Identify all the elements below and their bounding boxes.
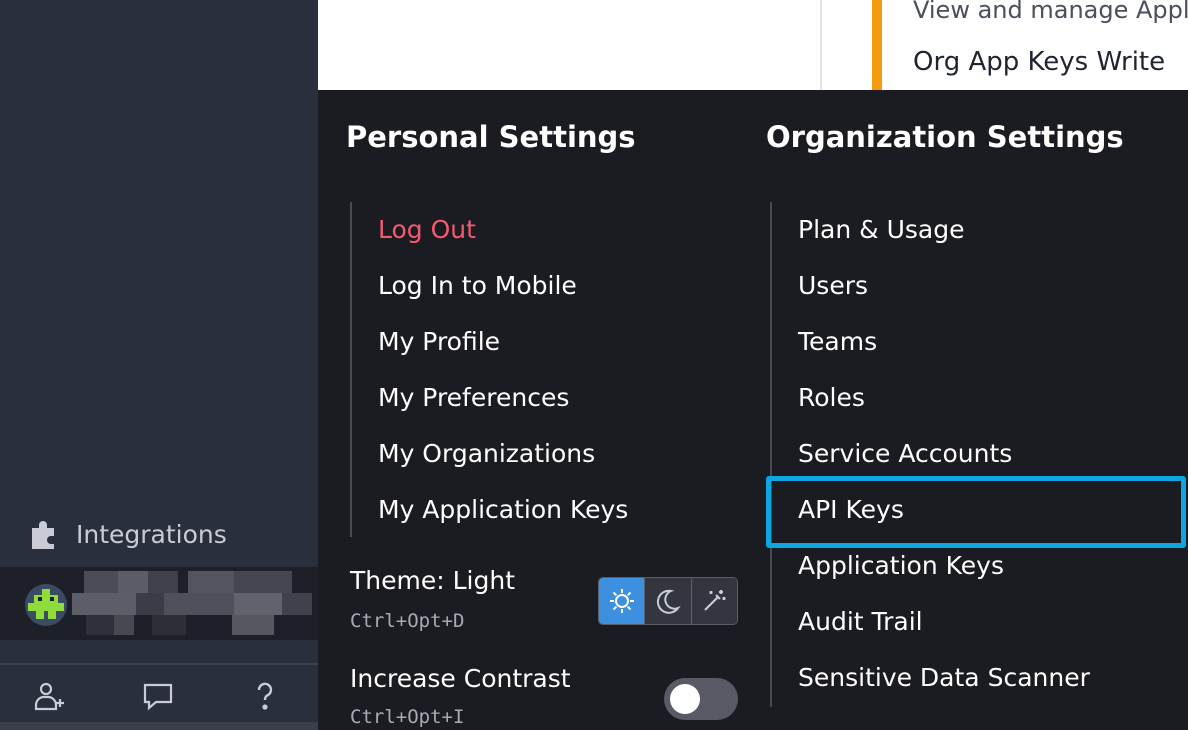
menu-item-application-keys[interactable]: Application Keys bbox=[798, 546, 1004, 586]
background-description: View and manage Applica bbox=[913, 0, 1188, 24]
toggle-knob bbox=[670, 684, 700, 714]
sidebar-divider bbox=[0, 663, 318, 665]
sidebar: Integrations bbox=[0, 0, 318, 730]
menu-item-log-in-to-mobile[interactable]: Log In to Mobile bbox=[378, 266, 577, 306]
menu-item-users[interactable]: Users bbox=[798, 266, 868, 306]
menu-item-audit-trail[interactable]: Audit Trail bbox=[798, 602, 923, 642]
menu-item-my-preferences[interactable]: My Preferences bbox=[378, 378, 569, 418]
menu-item-my-organizations[interactable]: My Organizations bbox=[378, 434, 595, 474]
menu-item-log-out[interactable]: Log Out bbox=[378, 210, 476, 250]
menu-item-sensitive-data-scanner[interactable]: Sensitive Data Scanner bbox=[798, 658, 1090, 698]
background-divider bbox=[820, 0, 822, 90]
menu-item-my-application-keys[interactable]: My Application Keys bbox=[378, 490, 628, 530]
integrations-label: Integrations bbox=[76, 519, 227, 549]
menu-item-service-accounts[interactable]: Service Accounts bbox=[798, 434, 1012, 474]
sidebar-item-integrations[interactable]: Integrations bbox=[28, 514, 227, 554]
sidebar-bottom-toolbar bbox=[0, 672, 318, 720]
background-permission: Org App Keys Write bbox=[913, 47, 1166, 77]
add-user-icon[interactable] bbox=[30, 676, 70, 716]
personal-menu-rule bbox=[350, 202, 352, 537]
menu-item-roles[interactable]: Roles bbox=[798, 378, 865, 418]
organization-settings-title: Organization Settings bbox=[766, 120, 1124, 154]
organization-menu-rule bbox=[770, 202, 772, 707]
puzzle-icon bbox=[32, 521, 54, 549]
user-account-row[interactable] bbox=[0, 567, 318, 640]
chat-icon[interactable] bbox=[138, 676, 178, 716]
menu-item-plan-usage[interactable]: Plan & Usage bbox=[798, 210, 964, 250]
theme-label: Theme: Light bbox=[350, 566, 515, 595]
help-icon[interactable] bbox=[245, 676, 285, 716]
menu-item-teams[interactable]: Teams bbox=[798, 322, 877, 362]
api-keys-highlight bbox=[766, 476, 1186, 548]
personal-settings-title: Personal Settings bbox=[346, 120, 636, 154]
redacted-username bbox=[72, 571, 312, 637]
contrast-shortcut: Ctrl+Opt+I bbox=[350, 706, 465, 728]
magic-wand-icon[interactable] bbox=[690, 578, 737, 624]
theme-switcher bbox=[598, 577, 738, 625]
background-accent-bar bbox=[872, 0, 882, 90]
sun-icon[interactable] bbox=[599, 578, 645, 624]
avatar bbox=[25, 584, 67, 626]
moon-icon[interactable] bbox=[644, 578, 691, 624]
background-page: View and manage Applica Org App Keys Wri… bbox=[318, 0, 1188, 90]
menu-item-my-profile[interactable]: My Profile bbox=[378, 322, 500, 362]
settings-menu: Personal Settings Organization Settings … bbox=[318, 90, 1188, 730]
increase-contrast-toggle[interactable] bbox=[664, 678, 738, 720]
theme-shortcut: Ctrl+Opt+D bbox=[350, 610, 465, 632]
increase-contrast-label: Increase Contrast bbox=[350, 664, 571, 693]
